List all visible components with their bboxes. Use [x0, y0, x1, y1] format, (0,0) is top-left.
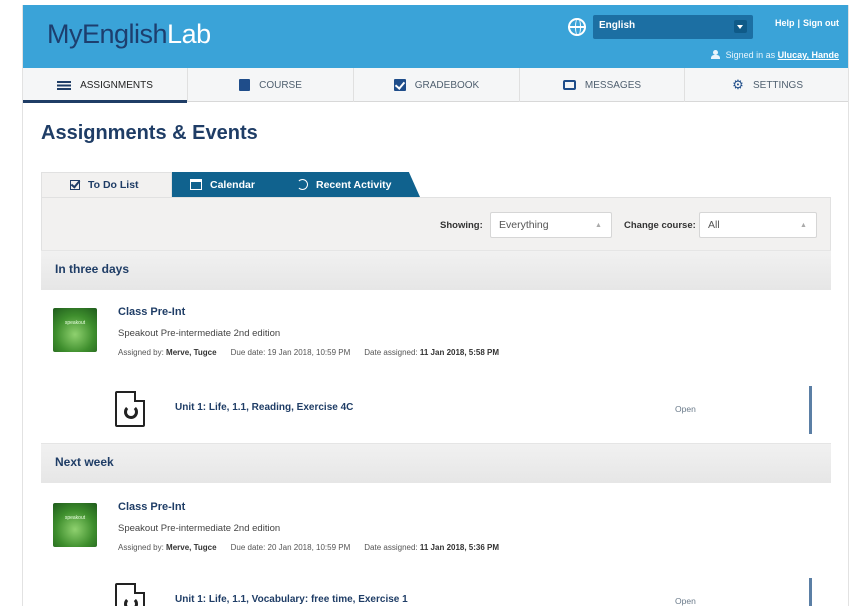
- nav-tab-label: SETTINGS: [752, 79, 803, 91]
- filter-bar: Showing: Everything ▲ Change course: All…: [41, 197, 831, 251]
- nav-tab-label: COURSE: [259, 79, 302, 91]
- activity-doc-icon: [115, 583, 145, 606]
- due-date-value: 19 Jan 2018, 10:59 PM: [267, 348, 351, 357]
- date-assigned-value: 11 Jan 2018, 5:58 PM: [419, 348, 500, 357]
- chevron-updown-icon: ▲: [595, 222, 602, 229]
- chevron-updown-icon: ▲: [800, 222, 807, 229]
- change-course-select-value: All: [708, 219, 720, 231]
- language-select[interactable]: English: [593, 15, 753, 39]
- user-icon: [710, 50, 720, 59]
- due-date-label: Due date:: [230, 543, 266, 552]
- logo-text-lab: Lab: [167, 19, 211, 49]
- thumbnail-text: speakout: [64, 515, 86, 521]
- nav-tab-course[interactable]: COURSE: [188, 68, 354, 102]
- open-link[interactable]: Open: [675, 404, 696, 414]
- refresh-icon: [124, 405, 138, 419]
- section-heading: In three days: [41, 250, 831, 290]
- page-title: Assignments & Events: [41, 122, 258, 144]
- tab-label: Calendar: [210, 178, 255, 191]
- date-assigned-label: Date assigned:: [364, 348, 418, 357]
- nav-tab-assignments[interactable]: ASSIGNMENTS: [23, 68, 188, 103]
- gear-icon: ⚙: [732, 77, 744, 92]
- check-icon: [393, 79, 406, 91]
- header-links: Help | Sign out: [775, 18, 839, 28]
- open-link[interactable]: Open: [675, 596, 696, 606]
- history-icon: [297, 179, 308, 190]
- tab-recent-activity[interactable]: Recent Activity: [281, 172, 420, 197]
- assigned-by-label: Assigned by:: [118, 543, 164, 552]
- date-assigned-label: Date assigned:: [364, 543, 418, 552]
- list-item: speakout Class Pre-Int Speakout Pre-inte…: [41, 306, 831, 378]
- assignment-meta: Assigned by: Merve, Tugce Due date: 20 Ja…: [118, 543, 499, 552]
- date-assigned-value: 11 Jan 2018, 5:36 PM: [419, 543, 500, 552]
- course-thumbnail: speakout: [53, 503, 97, 547]
- due-date-label: Due date:: [230, 348, 266, 357]
- showing-select[interactable]: Everything ▲: [490, 212, 612, 238]
- nav-tab-settings[interactable]: ⚙ SETTINGS: [685, 68, 848, 102]
- showing-select-value: Everything: [499, 219, 549, 231]
- change-course-label: Change course:: [624, 220, 696, 231]
- activity-doc-icon: [115, 391, 145, 427]
- assigned-by-value: Merve, Tugce: [166, 543, 217, 552]
- nav-tab-label: MESSAGES: [584, 79, 642, 91]
- assigned-by-value: Merve, Tugce: [166, 348, 217, 357]
- logo-text-main: MyEnglish: [47, 19, 168, 49]
- assigned-by-label: Assigned by:: [118, 348, 164, 357]
- header-link-separator: |: [797, 18, 800, 28]
- nav-tab-label: GRADEBOOK: [414, 79, 480, 91]
- due-date-value: 20 Jan 2018, 10:59 PM: [267, 543, 351, 552]
- signed-in-user-link[interactable]: Ulucay, Hande: [778, 50, 839, 60]
- tab-label: To Do List: [88, 179, 139, 191]
- refresh-icon: [124, 597, 138, 606]
- nav-tab-label: ASSIGNMENTS: [80, 79, 153, 91]
- course-thumbnail: speakout: [53, 308, 97, 352]
- checkbox-icon: [70, 180, 80, 190]
- header-bar: MyEnglishLab English Help | Sign out Signe…: [23, 5, 848, 68]
- book-icon: [239, 79, 251, 91]
- nav-tab-messages[interactable]: MESSAGES: [520, 68, 685, 102]
- logo[interactable]: MyEnglishLab: [47, 19, 211, 50]
- help-link[interactable]: Help: [775, 18, 795, 28]
- globe-icon: [568, 18, 586, 36]
- showing-label: Showing:: [440, 220, 483, 231]
- chevron-down-icon[interactable]: [734, 20, 747, 33]
- assignment-meta: Assigned by: Merve, Tugce Due date: 19 Ja…: [118, 348, 499, 357]
- message-icon: [562, 80, 576, 90]
- list-item: speakout Class Pre-Int Speakout Pre-inte…: [41, 501, 831, 573]
- item-scroll-indicator: [809, 578, 812, 606]
- nav-tab-gradebook[interactable]: GRADEBOOK: [354, 68, 520, 102]
- language-select-value: English: [599, 20, 636, 31]
- tab-todo-list[interactable]: To Do List: [41, 172, 172, 197]
- main-nav: ASSIGNMENTS COURSE GRADEBOOK MESSAGES ⚙ S…: [23, 68, 848, 103]
- sign-out-link[interactable]: Sign out: [803, 18, 839, 28]
- item-scroll-indicator: [809, 386, 812, 434]
- book-title: Speakout Pre-intermediate 2nd edition: [118, 523, 281, 534]
- section-heading: Next week: [41, 443, 831, 483]
- tab-calendar[interactable]: Calendar: [172, 172, 281, 197]
- exercise-link[interactable]: Unit 1: Life, 1.1, Vocabulary: free time…: [175, 594, 408, 605]
- book-title: Speakout Pre-intermediate 2nd edition: [118, 328, 281, 339]
- app-window: MyEnglishLab English Help | Sign out Signe…: [22, 5, 849, 606]
- list-icon: [57, 80, 72, 90]
- change-course-select[interactable]: All ▲: [699, 212, 817, 238]
- tab-label: Recent Activity: [316, 178, 392, 191]
- calendar-icon: [190, 179, 202, 190]
- signed-in-info: Signed in as Ulucay, Hande: [710, 49, 839, 60]
- signed-in-label: Signed in as: [725, 50, 776, 60]
- course-name-link[interactable]: Class Pre-Int: [118, 306, 185, 318]
- exercise-link[interactable]: Unit 1: Life, 1.1, Reading, Exercise 4C: [175, 402, 353, 413]
- thumbnail-text: speakout: [64, 320, 86, 326]
- course-name-link[interactable]: Class Pre-Int: [118, 501, 185, 513]
